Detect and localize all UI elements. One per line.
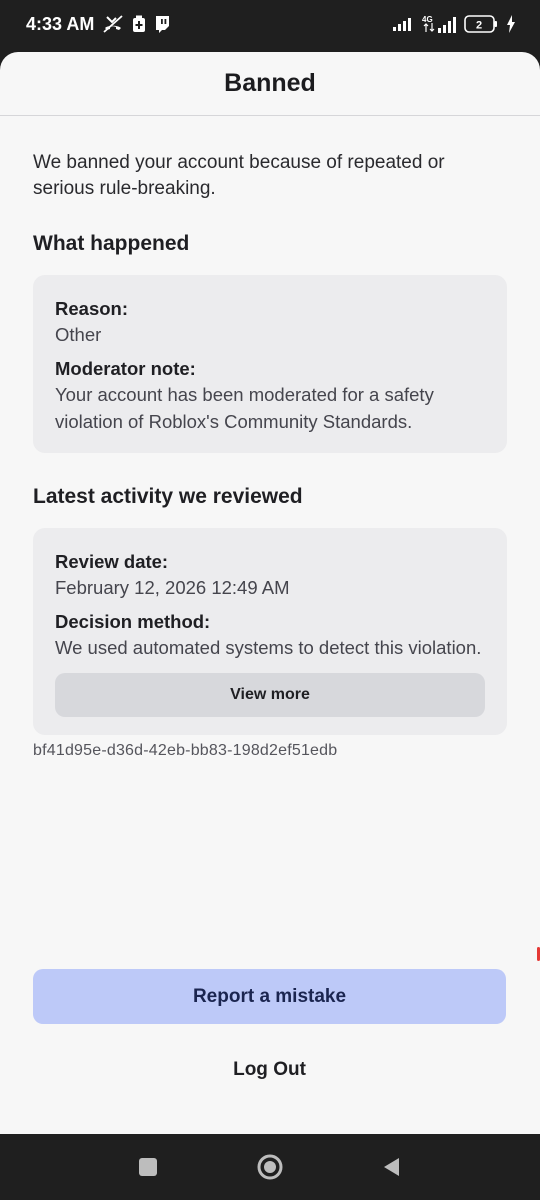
decision-method-value: We used automated systems to detect this… xyxy=(55,637,482,658)
home-circle-icon[interactable] xyxy=(255,1152,285,1182)
battery-level-label: 2 xyxy=(476,20,482,32)
what-happened-heading: What happened xyxy=(33,232,190,255)
recents-square-icon[interactable] xyxy=(133,1152,163,1182)
charging-icon xyxy=(506,15,516,33)
sheet-content: We banned your account because of repeat… xyxy=(0,116,540,760)
latest-activity-card: Review date: February 12, 2026 12:49 AM … xyxy=(33,528,507,735)
status-left: 4:33 AM xyxy=(26,14,170,35)
4g-signal-icon: 4G xyxy=(422,14,456,34)
report-mistake-button[interactable]: Report a mistake xyxy=(33,969,506,1024)
signal-icon xyxy=(392,16,414,32)
missed-call-icon xyxy=(102,14,124,34)
moderator-note-label: Moderator note: xyxy=(55,358,196,379)
reason-label: Reason: xyxy=(55,298,128,319)
ban-sheet: Banned We banned your account because of… xyxy=(0,52,540,1134)
reference-id: bf41d95e-d36d-42eb-bb83-198d2ef51edb xyxy=(33,742,338,759)
status-time: 4:33 AM xyxy=(26,13,95,34)
navigation-bar xyxy=(0,1134,540,1200)
reason-value: Other xyxy=(55,324,102,345)
ban-intro-text: We banned your account because of repeat… xyxy=(33,152,445,199)
battery-icon: 2 xyxy=(464,15,498,33)
log-out-button[interactable]: Log Out xyxy=(33,1048,506,1092)
decision-method-field: Decision method: We used automated syste… xyxy=(55,610,485,661)
page-title: Banned xyxy=(224,69,316,97)
twitch-icon xyxy=(154,15,170,33)
review-date-label: Review date: xyxy=(55,551,169,572)
review-date-value: February 12, 2026 12:49 AM xyxy=(55,577,290,598)
view-more-button[interactable]: View more xyxy=(55,673,485,717)
review-date-field: Review date: February 12, 2026 12:49 AM xyxy=(55,550,485,601)
status-bar: 4:33 AM 4G 2 xyxy=(0,0,540,48)
decision-method-label: Decision method: xyxy=(55,611,211,632)
back-triangle-icon[interactable] xyxy=(377,1152,407,1182)
reason-field: Reason: Other xyxy=(55,297,485,348)
what-happened-card: Reason: Other Moderator note: Your accou… xyxy=(33,275,507,453)
battery-saver-icon xyxy=(132,15,146,33)
sheet-header: Banned xyxy=(0,52,540,116)
status-right: 4G 2 xyxy=(392,14,516,34)
network-type-label: 4G xyxy=(422,15,433,24)
latest-activity-heading: Latest activity we reviewed xyxy=(33,485,303,508)
moderator-note-value: Your account has been moderated for a sa… xyxy=(55,384,434,432)
moderator-note-field: Moderator note: Your account has been mo… xyxy=(55,357,485,435)
